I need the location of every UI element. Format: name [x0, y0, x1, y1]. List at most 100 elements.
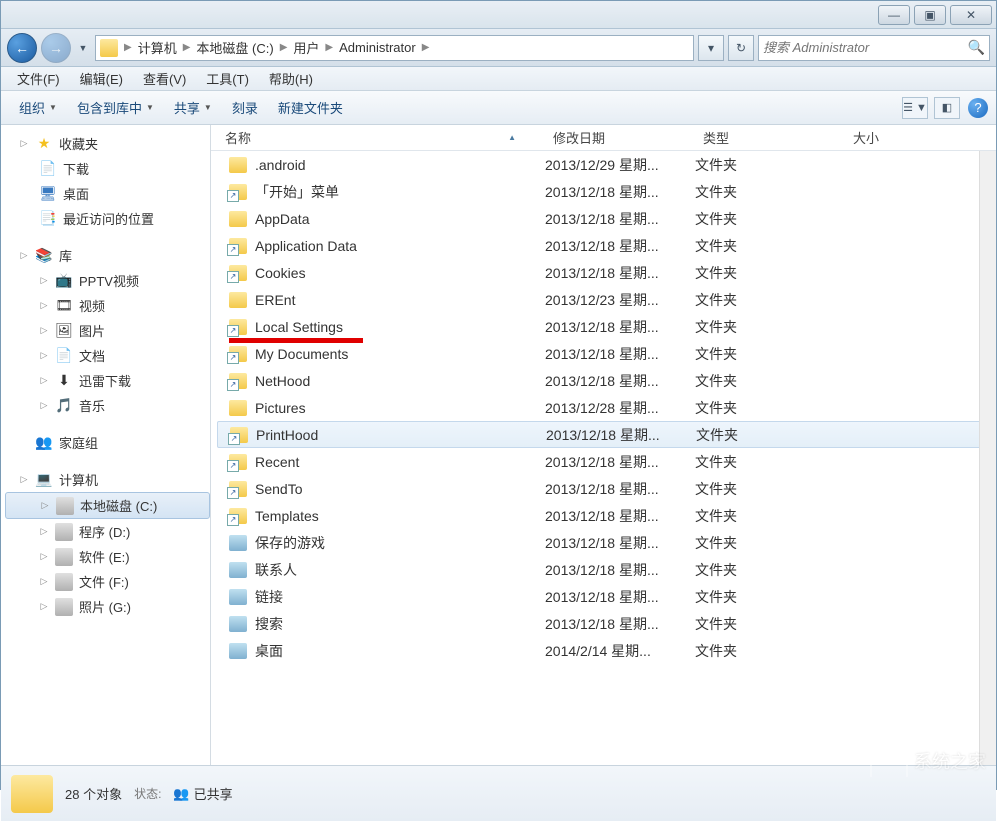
sidebar-item-thunder[interactable]: ▷⬇迅雷下载 — [5, 368, 210, 393]
sidebar-item-drive-e[interactable]: ▷软件 (E:) — [5, 544, 210, 569]
file-type: 文件夹 — [695, 398, 845, 418]
close-button[interactable]: ✕ — [950, 5, 992, 25]
file-row[interactable]: SendTo2013/12/18 星期...文件夹 — [217, 475, 996, 502]
sidebar-libraries[interactable]: ▷📚库 — [5, 243, 210, 268]
sidebar-item-music[interactable]: ▷🎵音乐 — [5, 393, 210, 418]
menu-help[interactable]: 帮助(H) — [259, 67, 323, 90]
file-row[interactable]: Pictures2013/12/28 星期...文件夹 — [217, 394, 996, 421]
drive-icon — [55, 548, 73, 566]
video-icon: 🎞 — [55, 297, 73, 315]
file-row[interactable]: My Documents2013/12/18 星期...文件夹 — [217, 340, 996, 367]
sidebar-item-documents[interactable]: ▷📄文档 — [5, 343, 210, 368]
file-row[interactable]: Cookies2013/12/18 星期...文件夹 — [217, 259, 996, 286]
sidebar-item-pptv[interactable]: ▷📺PPTV视频 — [5, 268, 210, 293]
sidebar-item-drive-c[interactable]: ▷本地磁盘 (C:) — [5, 492, 210, 519]
maximize-button[interactable]: ▣ — [914, 5, 946, 25]
drive-icon — [55, 598, 73, 616]
file-date: 2013/12/18 星期... — [545, 614, 695, 634]
menu-file[interactable]: 文件(F) — [7, 67, 70, 90]
menu-tools[interactable]: 工具(T) — [196, 67, 259, 90]
sidebar-item-drive-g[interactable]: ▷照片 (G:) — [5, 594, 210, 619]
file-row[interactable]: Local Settings2013/12/18 星期...文件夹 — [217, 313, 996, 340]
file-row[interactable]: 保存的游戏2013/12/18 星期...文件夹 — [217, 529, 996, 556]
sort-asc-icon: ▲ — [508, 133, 516, 142]
chevron-right-icon[interactable]: ▶ — [181, 42, 193, 53]
folder-icon — [229, 211, 247, 227]
column-size[interactable]: 大小 — [845, 124, 945, 151]
file-type: 文件夹 — [696, 425, 846, 445]
file-name: Local Settings — [255, 319, 343, 335]
file-date: 2013/12/18 星期... — [546, 425, 696, 445]
back-button[interactable]: ← — [7, 33, 37, 63]
sidebar-computer[interactable]: ▷💻计算机 — [5, 467, 210, 492]
breadcrumb[interactable]: 用户 — [289, 38, 323, 57]
search-input[interactable] — [763, 40, 968, 55]
chevron-right-icon[interactable]: ▶ — [420, 42, 432, 53]
sidebar-homegroup[interactable]: 👥家庭组 — [5, 430, 210, 455]
refresh-button[interactable]: ↻ — [728, 35, 754, 61]
file-row[interactable]: 联系人2013/12/18 星期...文件夹 — [217, 556, 996, 583]
column-headers: 名称▲ 修改日期 类型 大小 — [211, 125, 996, 151]
file-row[interactable]: Application Data2013/12/18 星期...文件夹 — [217, 232, 996, 259]
breadcrumb[interactable]: 本地磁盘 (C:) — [192, 38, 277, 57]
file-date: 2013/12/18 星期... — [545, 236, 695, 256]
new-folder-button[interactable]: 新建文件夹 — [268, 94, 353, 121]
view-mode-button[interactable]: ☰▼ — [902, 97, 928, 119]
file-name: My Documents — [255, 346, 348, 362]
breadcrumb[interactable]: 计算机 — [134, 38, 181, 57]
file-row[interactable]: NetHood2013/12/18 星期...文件夹 — [217, 367, 996, 394]
menu-edit[interactable]: 编辑(E) — [70, 67, 133, 90]
burn-button[interactable]: 刻录 — [222, 94, 268, 121]
column-name[interactable]: 名称▲ — [217, 124, 545, 151]
sidebar-item-videos[interactable]: ▷🎞视频 — [5, 293, 210, 318]
file-row[interactable]: AppData2013/12/18 星期...文件夹 — [217, 205, 996, 232]
search-box[interactable]: 🔍 — [758, 35, 990, 61]
breadcrumb[interactable]: Administrator — [335, 40, 420, 55]
sidebar-item-recent[interactable]: 📑最近访问的位置 — [5, 206, 210, 231]
chevron-right-icon[interactable]: ▶ — [122, 42, 134, 53]
file-row[interactable]: EREnt2013/12/23 星期...文件夹 — [217, 286, 996, 313]
share-button[interactable]: 共享▼ — [164, 94, 222, 121]
file-list[interactable]: .android2013/12/29 星期...文件夹「开始」菜单2013/12… — [211, 151, 996, 765]
chevron-down-icon: ▼ — [49, 103, 57, 112]
menu-view[interactable]: 查看(V) — [133, 67, 196, 90]
file-date: 2013/12/29 星期... — [545, 155, 695, 175]
file-row[interactable]: 「开始」菜单2013/12/18 星期...文件夹 — [217, 178, 996, 205]
folder-icon — [229, 157, 247, 173]
nav-history-dropdown[interactable]: ▼ — [75, 36, 91, 60]
annotation-underline — [229, 338, 363, 343]
file-row[interactable]: PrintHood2013/12/18 星期...文件夹 — [217, 421, 996, 448]
file-row[interactable]: 桌面2014/2/14 星期...文件夹 — [217, 637, 996, 664]
chevron-right-icon[interactable]: ▶ — [323, 42, 335, 53]
file-row[interactable]: Recent2013/12/18 星期...文件夹 — [217, 448, 996, 475]
file-name: Application Data — [255, 238, 357, 254]
sidebar-item-desktop[interactable]: 🖥桌面 — [5, 181, 210, 206]
sidebar-favorites[interactable]: ▷★收藏夹 — [5, 131, 210, 156]
address-bar[interactable]: ▶ 计算机 ▶ 本地磁盘 (C:) ▶ 用户 ▶ Administrator ▶ — [95, 35, 694, 61]
sidebar-item-drive-f[interactable]: ▷文件 (F:) — [5, 569, 210, 594]
sidebar-item-drive-d[interactable]: ▷程序 (D:) — [5, 519, 210, 544]
search-icon[interactable]: 🔍 — [968, 39, 985, 56]
file-row[interactable]: 搜索2013/12/18 星期...文件夹 — [217, 610, 996, 637]
expand-icon: ▷ — [19, 250, 29, 261]
file-row[interactable]: Templates2013/12/18 星期...文件夹 — [217, 502, 996, 529]
minimize-button[interactable]: — — [878, 5, 910, 25]
file-name: 桌面 — [255, 641, 283, 661]
forward-button[interactable]: → — [41, 33, 71, 63]
file-type: 文件夹 — [695, 263, 845, 283]
vertical-scrollbar[interactable] — [979, 151, 996, 765]
address-dropdown[interactable]: ▾ — [698, 35, 724, 61]
organize-button[interactable]: 组织▼ — [9, 94, 67, 121]
preview-pane-button[interactable]: ◧ — [934, 97, 960, 119]
chevron-right-icon[interactable]: ▶ — [278, 42, 290, 53]
help-icon[interactable]: ? — [968, 98, 988, 118]
column-date[interactable]: 修改日期 — [545, 124, 695, 151]
file-row[interactable]: .android2013/12/29 星期...文件夹 — [217, 151, 996, 178]
body: ▷★收藏夹 📄下载 🖥桌面 📑最近访问的位置 ▷📚库 ▷📺PPTV视频 ▷🎞视频… — [1, 125, 996, 765]
sidebar-item-downloads[interactable]: 📄下载 — [5, 156, 210, 181]
sidebar-item-pictures[interactable]: ▷🖼图片 — [5, 318, 210, 343]
download-icon: 📄 — [39, 160, 57, 178]
include-in-library-button[interactable]: 包含到库中▼ — [67, 94, 164, 121]
file-row[interactable]: 链接2013/12/18 星期...文件夹 — [217, 583, 996, 610]
column-type[interactable]: 类型 — [695, 124, 845, 151]
